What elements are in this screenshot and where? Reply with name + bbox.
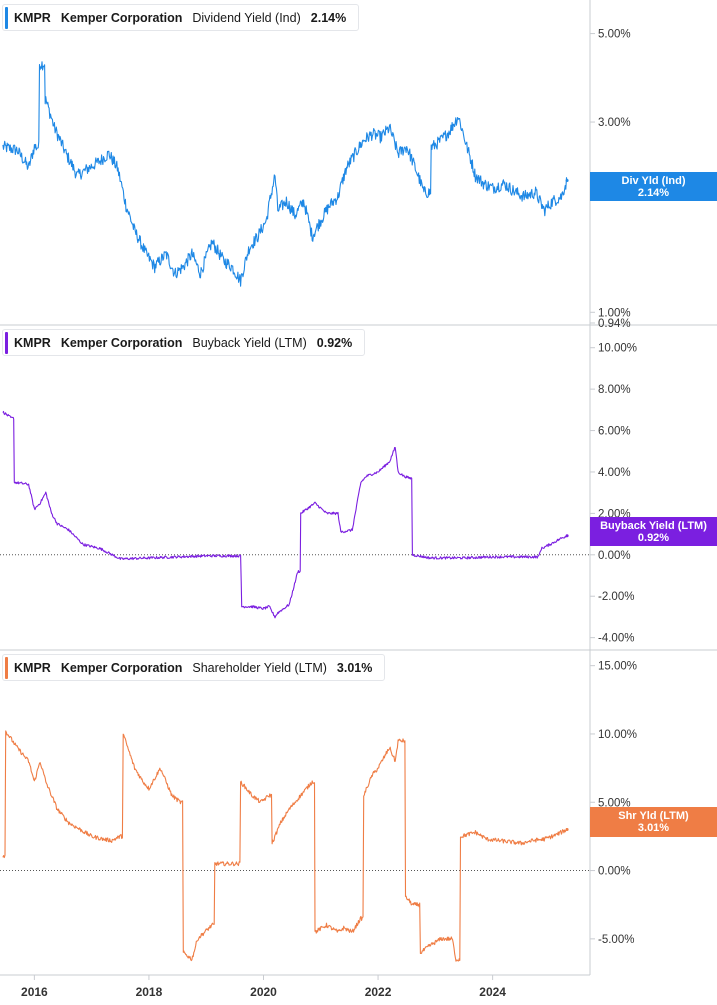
y-tick-label: 10.00%	[598, 729, 637, 741]
tag-label: Buyback Yield (LTM)	[600, 520, 707, 532]
y-tick-label: 0.94%	[598, 318, 631, 330]
x-tick-label: 2020	[250, 985, 277, 999]
y-tick-label: 3.00%	[598, 117, 631, 129]
legend-metric: Dividend Yield (Ind)	[192, 10, 301, 25]
x-tick-label: 2024	[479, 985, 506, 999]
x-tick-label: 2018	[136, 985, 163, 999]
legend-ticker: KMPR	[14, 660, 51, 675]
value-tag-buyback: Buyback Yield (LTM) 0.92%	[590, 517, 717, 546]
value-tag-dividend: Div Yld (Ind) 2.14%	[590, 172, 717, 201]
legend-company: Kemper Corporation	[60, 660, 183, 675]
tag-value: 0.92%	[637, 532, 670, 544]
y-tick-label: 5.00%	[598, 29, 631, 41]
y-tick-label: -2.00%	[598, 591, 634, 603]
y-tick-label: 8.00%	[598, 384, 631, 396]
y-tick-label: 4.00%	[598, 467, 631, 479]
legend-company: Kemper Corporation	[60, 335, 183, 350]
legend-ticker: KMPR	[14, 335, 51, 350]
legend-value: 0.92%	[316, 335, 353, 350]
y-tick-label: 0.00%	[598, 866, 631, 878]
legend-shareholder[interactable]: KMPR Kemper Corporation Shareholder Yiel…	[2, 654, 386, 681]
series-line-dividend	[2, 61, 568, 287]
last-value-marker	[565, 179, 569, 183]
y-tick-label: -4.00%	[598, 633, 634, 645]
legend-buyback[interactable]: KMPR Kemper Corporation Buyback Yield (L…	[2, 329, 366, 356]
x-tick-label: 2016	[21, 985, 48, 999]
legend-ticker: KMPR	[14, 10, 51, 25]
legend-company: Kemper Corporation	[60, 10, 183, 25]
series-color-swatch	[5, 331, 8, 354]
tag-label: Shr Yld (LTM)	[618, 810, 689, 822]
legend-value: 3.01%	[336, 660, 373, 675]
series-line-shareholder	[2, 730, 568, 962]
x-tick-label: 2022	[365, 985, 392, 999]
value-tag-shareholder: Shr Yld (LTM) 3.01%	[590, 807, 717, 837]
tag-value: 3.01%	[637, 822, 670, 834]
y-tick-label: 15.00%	[598, 661, 637, 673]
y-tick-label: -5.00%	[598, 934, 634, 946]
legend-value: 2.14%	[310, 10, 347, 25]
legend-metric: Shareholder Yield (LTM)	[192, 660, 327, 675]
y-tick-label: 0.00%	[598, 550, 631, 562]
tag-label: Div Yld (Ind)	[621, 175, 686, 187]
chart-canvas: 5.00%3.00%2.00%1.00%0.94%10.00%8.00%6.00…	[0, 0, 717, 999]
y-tick-label: 6.00%	[598, 426, 631, 438]
tag-value: 2.14%	[637, 187, 670, 199]
last-value-marker	[565, 534, 569, 538]
series-line-buyback	[2, 410, 568, 619]
series-color-swatch	[5, 6, 8, 29]
series-color-swatch	[5, 656, 8, 679]
y-tick-label: 10.00%	[598, 343, 637, 355]
last-value-marker	[565, 827, 569, 831]
legend-dividend[interactable]: KMPR Kemper Corporation Dividend Yield (…	[2, 4, 360, 31]
legend-metric: Buyback Yield (LTM)	[192, 335, 307, 350]
